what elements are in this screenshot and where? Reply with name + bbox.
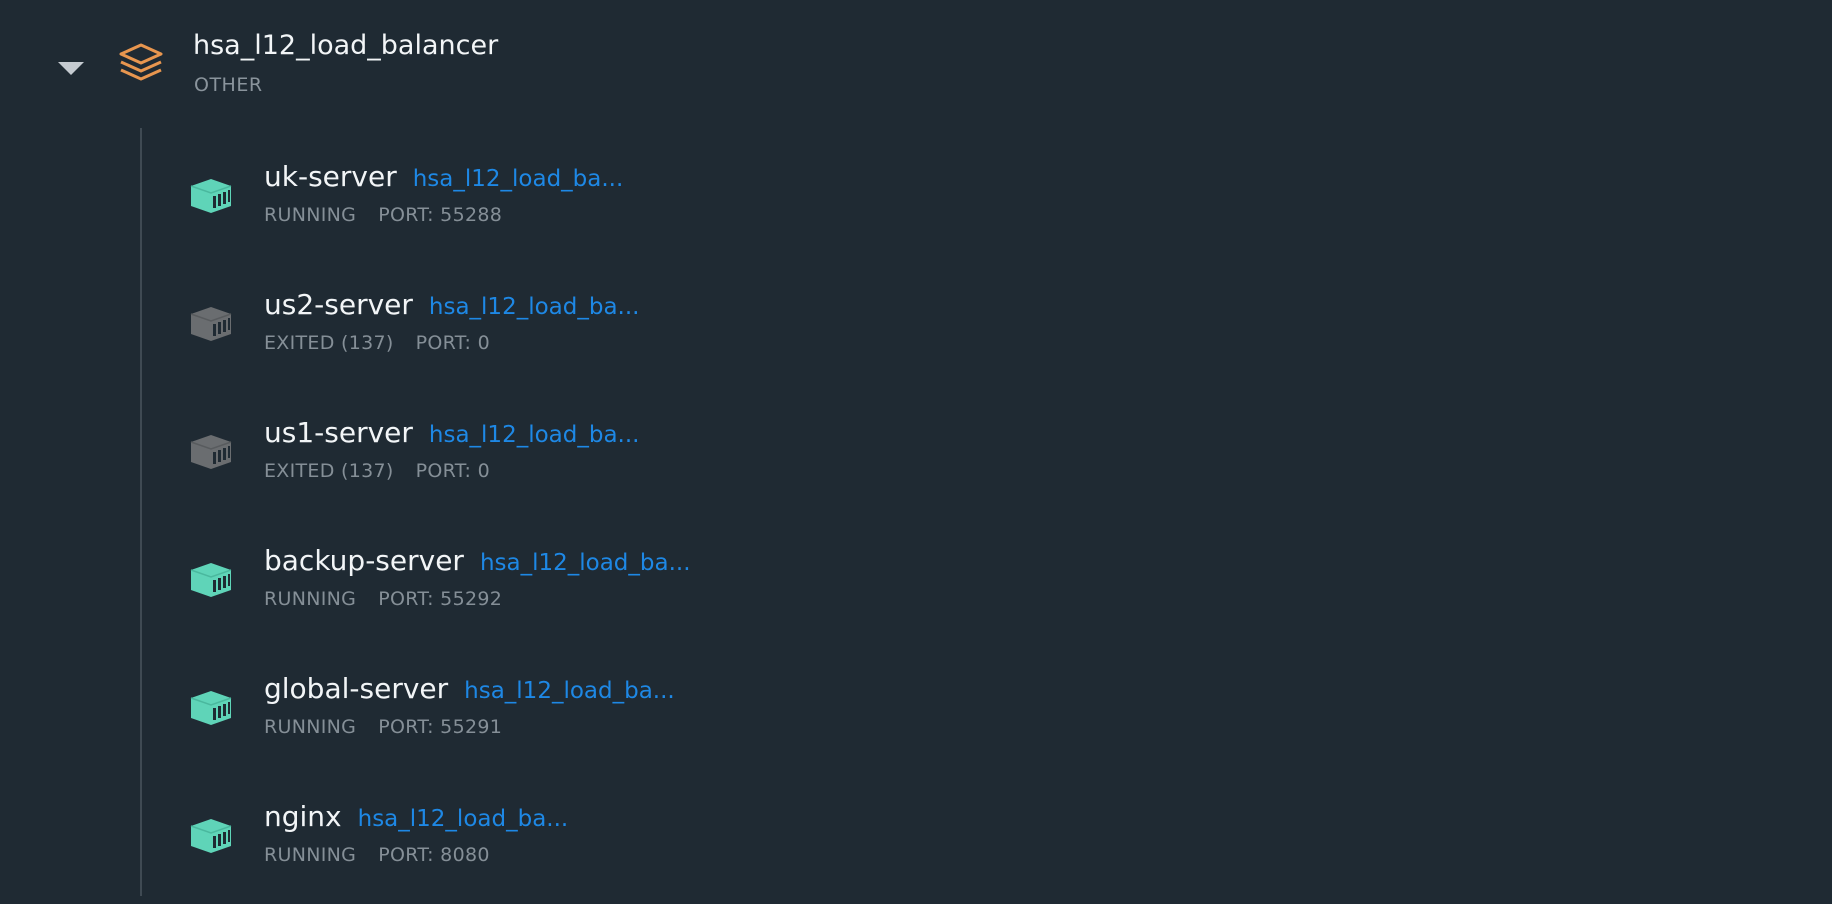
container-port: PORT: 55288 [378,204,503,226]
container-row-nginx[interactable]: nginx hsa_l12_load_ba... RUNNING PORT: 808… [180,800,880,900]
container-running-icon [190,179,232,213]
project-link[interactable]: hsa_l12_load_ba... [413,166,624,192]
container-name: us1-server [264,416,413,449]
container-status: RUNNING [264,204,357,226]
container-status: RUNNING [264,588,357,610]
container-status: EXITED (137) [264,460,394,482]
tree-connector-line [140,128,142,896]
container-port: PORT: 55292 [378,588,503,610]
container-row-uk-server[interactable]: uk-server hsa_l12_load_ba... RUNNING PORT:… [180,160,880,260]
container-name: us2-server [264,288,413,321]
container-port: PORT: 0 [415,460,490,482]
container-row-backup-server[interactable]: backup-server hsa_l12_load_ba... RUNNING P… [180,544,880,644]
project-link[interactable]: hsa_l12_load_ba... [480,550,691,576]
project-link[interactable]: hsa_l12_load_ba... [464,678,675,704]
container-name: global-server [264,672,449,705]
container-status: RUNNING [264,716,357,738]
project-link[interactable]: hsa_l12_load_ba... [358,806,569,832]
container-name: nginx [264,800,342,833]
container-running-icon [190,563,232,597]
container-running-icon [190,691,232,725]
compose-group-header[interactable]: hsa_l12_load_balancer OTHER [0,0,1832,110]
group-type-label: OTHER [194,74,263,96]
containers-view: hsa_l12_load_balancer OTHER uk-server hsa… [0,0,1832,904]
container-row-us2-server[interactable]: us2-server hsa_l12_load_ba... EXITED (137… [180,288,880,388]
container-port: PORT: 0 [415,332,490,354]
container-row-global-server[interactable]: global-server hsa_l12_load_ba... RUNNING P… [180,672,880,772]
stack-layers-icon [119,43,163,81]
container-status: EXITED (137) [264,332,394,354]
container-name: uk-server [264,160,397,193]
container-running-icon [190,819,232,853]
container-port: PORT: 8080 [378,844,490,866]
container-row-us1-server[interactable]: us1-server hsa_l12_load_ba... EXITED (137… [180,416,880,516]
container-port: PORT: 55291 [378,716,503,738]
container-exited-icon [190,307,232,341]
caret-down-icon[interactable] [58,62,84,75]
container-exited-icon [190,435,232,469]
container-status: RUNNING [264,844,357,866]
project-link[interactable]: hsa_l12_load_ba... [429,422,640,448]
container-name: backup-server [264,544,464,577]
group-title: hsa_l12_load_balancer [193,30,499,61]
project-link[interactable]: hsa_l12_load_ba... [429,294,640,320]
